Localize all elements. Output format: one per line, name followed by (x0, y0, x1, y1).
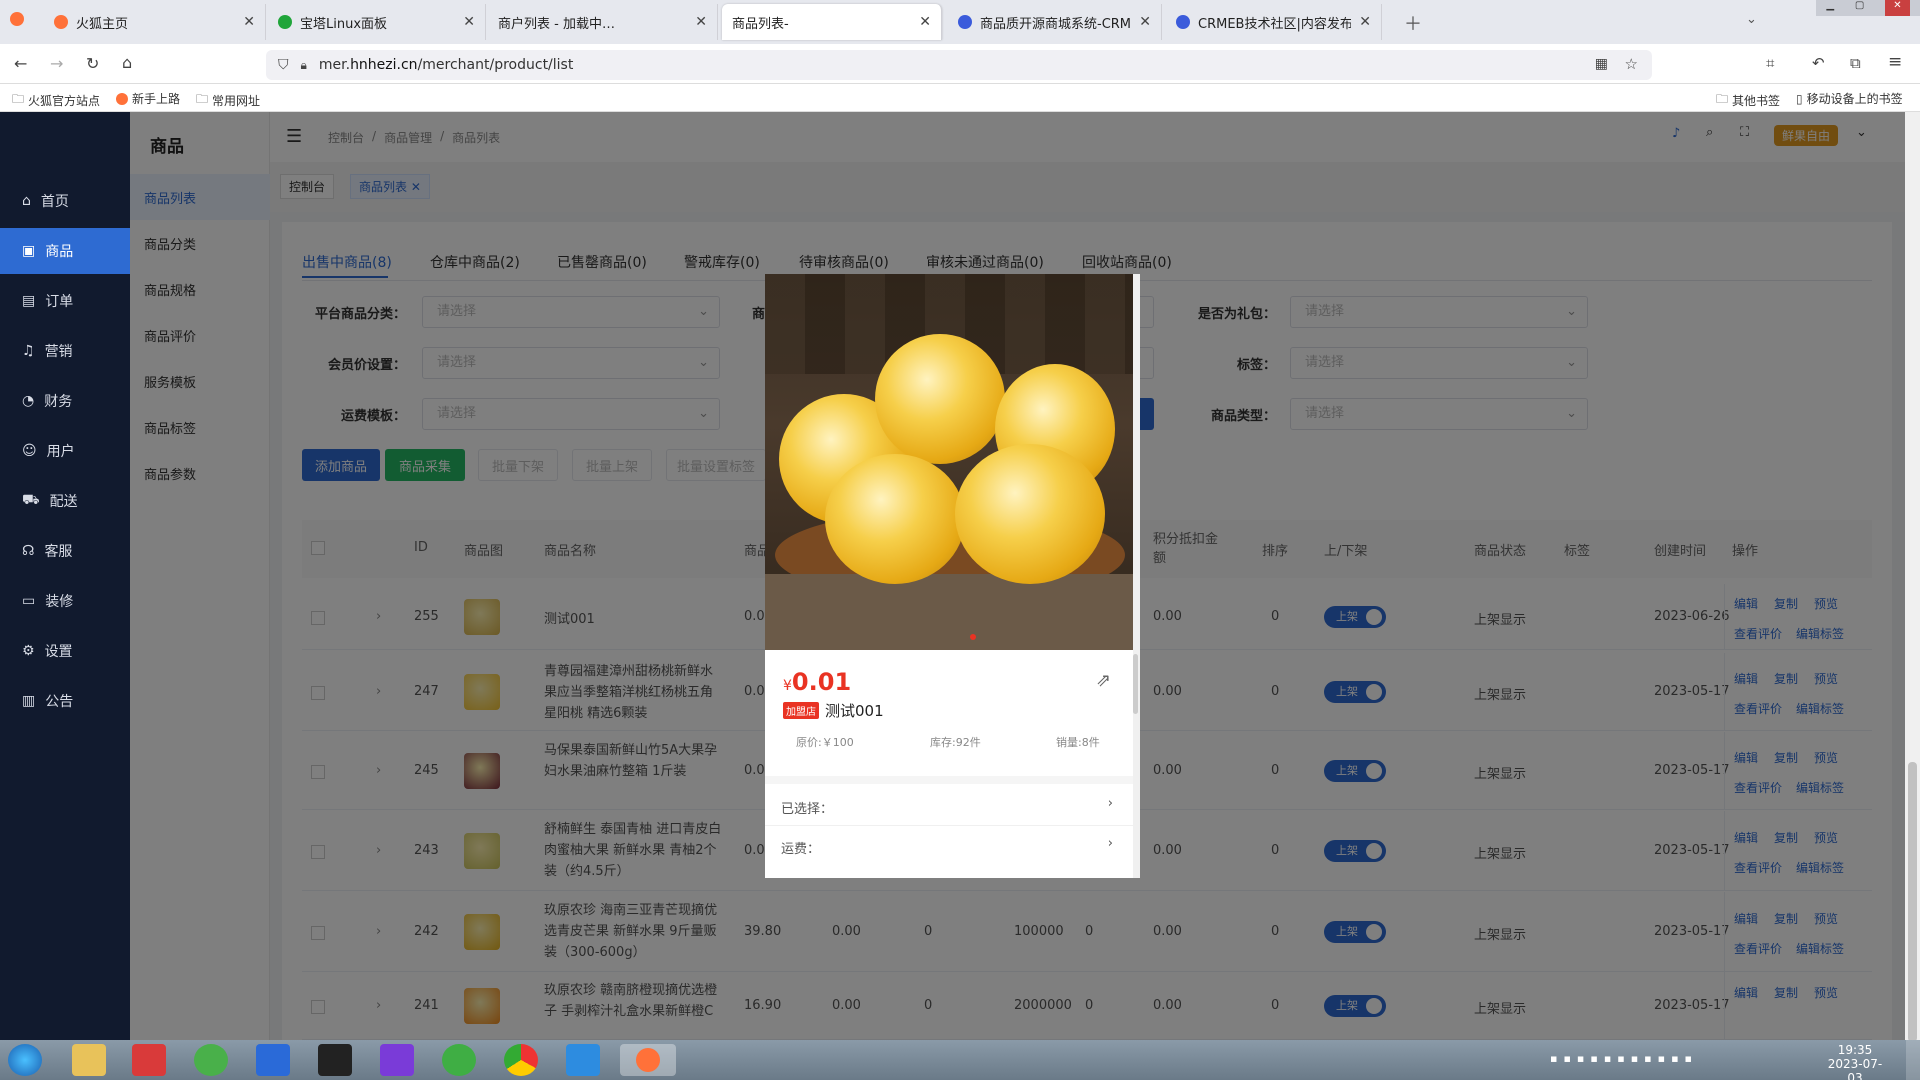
melon-fruit (875, 334, 1005, 464)
page-scrollbar[interactable] (1905, 112, 1920, 1042)
clock-time: 19:35 (1837, 1043, 1873, 1057)
file-explorer-icon[interactable] (72, 1044, 106, 1076)
qq-icon[interactable] (318, 1044, 352, 1076)
selected-label: 已选择： (781, 802, 834, 817)
preview-title-row: 加盟店 测试001 (783, 700, 884, 721)
clock-date: 2023-07-03 (1827, 1057, 1883, 1080)
app-icon[interactable] (256, 1044, 290, 1076)
currency-symbol: ¥ (783, 678, 792, 694)
firefox-taskbar-icon[interactable] (620, 1044, 676, 1076)
product-image (765, 274, 1133, 650)
shipping-row[interactable]: 运费： › (765, 826, 1133, 866)
modal-scrollbar[interactable] (1133, 274, 1140, 878)
section-divider (765, 776, 1133, 784)
clock[interactable]: 19:35 2023-07-03 (1822, 1043, 1888, 1080)
stock: 库存:92件 (930, 736, 981, 749)
chevron-right-icon: › (1107, 796, 1113, 811)
chevron-right-icon: › (1107, 836, 1113, 851)
carousel-dot[interactable] (970, 634, 976, 640)
show-desktop-button[interactable] (1906, 1040, 1920, 1080)
browser-360-icon[interactable] (442, 1044, 476, 1076)
feishu-icon[interactable] (566, 1044, 600, 1076)
melon-fruit (825, 454, 965, 584)
sales: 销量:8件 (1056, 736, 1100, 749)
study-app-icon[interactable] (132, 1044, 166, 1076)
burlap-cloth (765, 574, 1133, 650)
original-price: 原价:￥100 (796, 736, 854, 749)
system-tray-icons[interactable]: ▪▪▪▪▪▪▪▪▪▪▪ (1550, 1052, 1698, 1065)
chrome-icon[interactable] (504, 1044, 538, 1076)
start-button-icon[interactable] (8, 1044, 42, 1076)
windows-taskbar: ▪▪▪▪▪▪▪▪▪▪▪ 19:35 2023-07-03 (0, 1040, 1920, 1080)
preview-product-name: 测试001 (825, 702, 884, 720)
wechat-icon[interactable] (194, 1044, 228, 1076)
shipping-label: 运费： (781, 842, 821, 857)
phpstorm-icon[interactable] (380, 1044, 414, 1076)
selected-spec-row[interactable]: 已选择： › (765, 786, 1133, 826)
melon-fruit (955, 444, 1105, 584)
price-value: 0.01 (791, 668, 852, 696)
preview-price: ¥0.01 (783, 668, 851, 696)
store-badge: 加盟店 (783, 702, 819, 719)
share-icon[interactable]: ⇗ (1096, 670, 1111, 691)
